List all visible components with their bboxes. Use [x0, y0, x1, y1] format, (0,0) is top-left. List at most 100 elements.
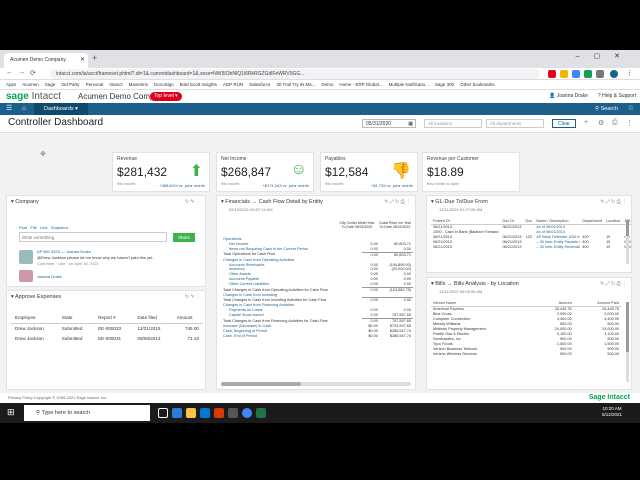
- bookmark-item[interactable]: Salesforce: [249, 82, 270, 87]
- panel-actions[interactable]: ↻ ✎ ⋮: [185, 199, 201, 205]
- bookmark-item[interactable]: Maventrix: [129, 82, 149, 87]
- vertical-scrollbar[interactable]: [626, 220, 629, 264]
- extension-icon[interactable]: [560, 70, 568, 78]
- footer-links[interactable]: Privacy Policy Copyright © 1999-2021 Sag…: [8, 395, 107, 400]
- clear-button[interactable]: Clear: [552, 119, 576, 128]
- move-handle-icon[interactable]: ✥: [40, 150, 46, 158]
- column-header[interactable]: Amount: [172, 313, 203, 324]
- kpi-comparison[interactable]: +388.84% vs. prior month: [159, 183, 205, 188]
- department-select[interactable]: All departments: [486, 119, 544, 128]
- collapse-icon[interactable]: ▾: [11, 294, 14, 300]
- more-icon[interactable]: ⋮: [626, 119, 633, 127]
- sage-logo[interactable]: sage Intacct: [6, 90, 61, 103]
- link-action[interactable]: Link: [40, 225, 47, 230]
- extension-icon[interactable]: [596, 70, 604, 78]
- top-level-dropdown[interactable]: Top level ▾: [150, 92, 182, 101]
- column-header[interactable]: State: [57, 313, 95, 324]
- forward-icon[interactable]: →: [18, 69, 25, 76]
- bookmark-item[interactable]: Acumen: [22, 82, 39, 87]
- windows-start-icon[interactable]: ⊞: [7, 407, 15, 418]
- panel-actions[interactable]: ✎ ⤢ ↻ ⎙ ⋮: [600, 281, 627, 287]
- extension-icon[interactable]: [584, 70, 592, 78]
- column-header[interactable]: Department: [580, 219, 605, 225]
- snapshot-action[interactable]: Snapshot: [51, 225, 68, 230]
- bookmark-item[interactable]: Other bookmarks: [460, 82, 495, 87]
- bookmark-item[interactable]: Multiple Notificatio...: [389, 82, 429, 87]
- file-explorer-icon[interactable]: [186, 408, 196, 418]
- bookmark-item[interactable]: ADP RUN: [223, 82, 243, 87]
- panel-actions[interactable]: ✎ ⤢ ↻ ⎙ ⋮: [384, 199, 411, 205]
- extension-icon[interactable]: [548, 70, 556, 78]
- column-header[interactable]: Location: [604, 219, 623, 225]
- column-header[interactable]: Date filed: [133, 313, 173, 324]
- taskbar-search[interactable]: ⚲ Type here to search: [24, 405, 150, 421]
- star-icon[interactable]: ☆: [628, 103, 634, 115]
- system-clock[interactable]: 10:20 AM 5/12/2021: [602, 406, 622, 418]
- menu-icon[interactable]: ⋮: [626, 69, 633, 77]
- share-button[interactable]: Share: [173, 233, 195, 242]
- window-controls[interactable]: –▢✕: [576, 52, 634, 60]
- bookmark-item[interactable]: Intacct: [109, 82, 122, 87]
- add-icon[interactable]: +: [584, 119, 588, 126]
- kpi-comparison[interactable]: +$174,343 vs. prior month: [262, 183, 309, 188]
- reload-icon[interactable]: ⟳: [30, 69, 36, 77]
- extension-icon[interactable]: [572, 70, 580, 78]
- post-input[interactable]: [19, 232, 167, 242]
- search-button[interactable]: ⚲ Search: [591, 104, 622, 114]
- commenter-name[interactable]: Joanna Drake: [37, 274, 62, 280]
- table-cell: Submitted: [61, 326, 83, 331]
- back-icon[interactable]: ←: [6, 69, 13, 76]
- chrome-icon[interactable]: [242, 408, 252, 418]
- table-row[interactable]: 06/21/2013 06/21/2013 -- 30 Inter-Entity R…: [431, 245, 631, 250]
- print-icon[interactable]: ⎙: [612, 119, 618, 127]
- app-icon[interactable]: [228, 408, 238, 418]
- panel-actions[interactable]: ✎ ⤢ ↻ ⎙ ⋮: [600, 199, 627, 205]
- collapse-icon[interactable]: ▾: [431, 199, 434, 205]
- post-title[interactable]: AP Bill: 3323 — Joanna Drake: [37, 249, 91, 255]
- outlook-icon[interactable]: [200, 408, 210, 418]
- close-icon[interactable]: ✕: [80, 53, 85, 68]
- file-action[interactable]: File: [30, 225, 36, 230]
- bookmark-item[interactable]: 30 Trial Try iN Ma...: [276, 82, 315, 87]
- column-header[interactable]: Report #: [94, 313, 134, 324]
- bookmark-item[interactable]: Apps: [6, 82, 16, 87]
- location-select[interactable]: All locations: [424, 119, 482, 128]
- panel-actions[interactable]: ↻ ✎ ⋮: [185, 294, 201, 300]
- post-action[interactable]: Post: [19, 225, 27, 230]
- bookmark-item[interactable]: DocuSign: [154, 82, 174, 87]
- hamburger-menu-icon[interactable]: ☰: [6, 103, 12, 115]
- bookmark-item[interactable]: Home - ERP Global...: [339, 82, 382, 87]
- home-icon[interactable]: ⌂: [22, 103, 26, 115]
- column-header[interactable]: Employee: [11, 313, 58, 324]
- bookmark-item[interactable]: Sage: [45, 82, 56, 87]
- bookmark-item[interactable]: 3rd Party: [61, 82, 79, 87]
- edge-icon[interactable]: [172, 408, 182, 418]
- powerpoint-icon[interactable]: [214, 408, 224, 418]
- browser-tab[interactable]: Acumen Demo Company ✕: [4, 53, 88, 68]
- horizontal-scrollbar[interactable]: [221, 382, 411, 386]
- vertical-scrollbar[interactable]: [626, 302, 629, 382]
- excel-icon[interactable]: [256, 408, 266, 418]
- collapse-icon[interactable]: ▾: [11, 199, 14, 205]
- bookmark-item[interactable]: Demo: [321, 82, 333, 87]
- help-link[interactable]: ? Help & Support: [598, 90, 636, 103]
- dashboards-tab[interactable]: Dashboards ▾: [34, 103, 88, 115]
- collapse-icon[interactable]: ▾: [221, 199, 224, 205]
- table-cell: 745.00: [184, 326, 199, 331]
- bookmark-item[interactable]: Personal: [86, 82, 104, 87]
- date-input[interactable]: 05/31/2020 ▦: [362, 119, 416, 128]
- table-row[interactable]: Drew Jackson Submitted EE-000031 06/06/2013…: [11, 334, 203, 344]
- bookmark-item[interactable]: Bold Scott Insights: [180, 82, 217, 87]
- url-input[interactable]: intacct.com/ia/acct/frameset.phtml?.dt=1…: [50, 69, 540, 79]
- bookmark-item[interactable]: Sage 300: [435, 82, 454, 87]
- row-label[interactable]: Cash, End of Period: [221, 334, 362, 339]
- table-row[interactable]: Drew Jackson Submitted EE-000033 12/31/2015…: [11, 324, 203, 335]
- collapse-icon[interactable]: ▾: [431, 281, 434, 287]
- user-menu[interactable]: 👤 Joanna Drake: [549, 90, 588, 103]
- task-view-icon[interactable]: [158, 408, 168, 418]
- new-tab-icon[interactable]: +: [92, 53, 97, 63]
- table-row[interactable]: Verizon Wireless Services 500.00 500.00: [431, 352, 621, 357]
- gear-icon[interactable]: ⚙: [598, 119, 604, 127]
- kpi-comparison[interactable]: +$1,725 vs. prior month: [371, 183, 413, 188]
- profile-avatar[interactable]: [610, 70, 618, 78]
